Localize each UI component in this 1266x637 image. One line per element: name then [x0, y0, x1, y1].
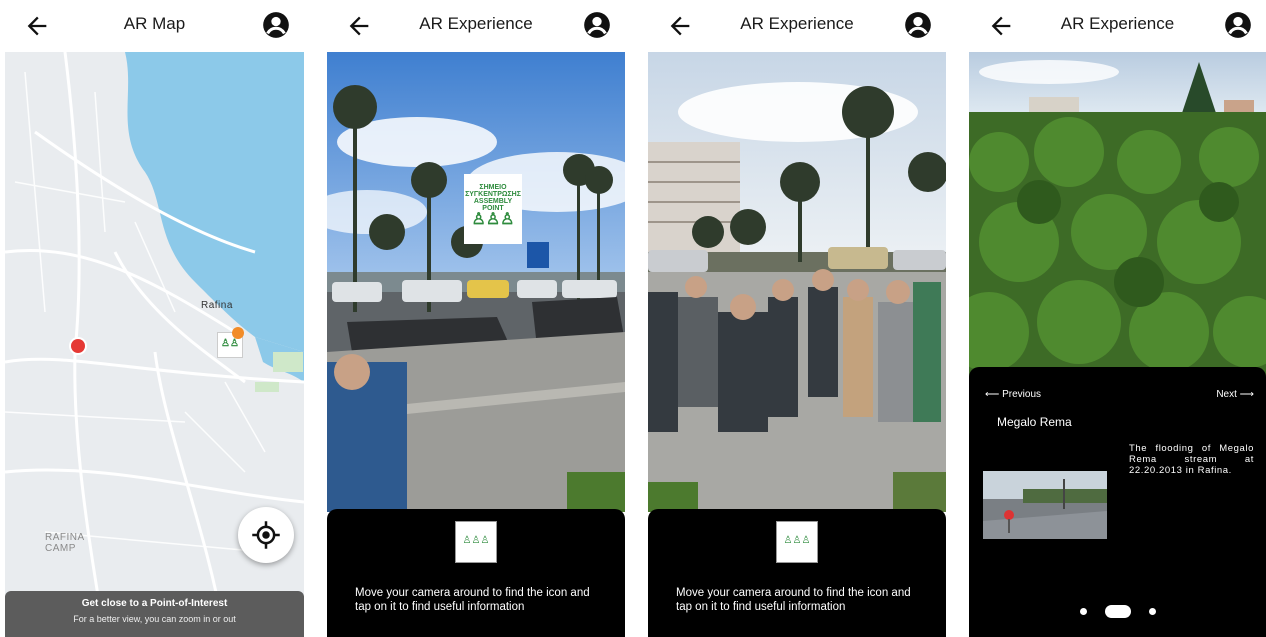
poi-icon-thumbnail: ♙♙♙: [455, 521, 497, 563]
top-bar: AR Experience: [327, 0, 625, 52]
user-location-pin: [71, 339, 85, 353]
poi-name: Megalo Rema: [997, 415, 1072, 429]
page-indicator: [969, 603, 1266, 621]
poi-photo[interactable]: [983, 471, 1107, 539]
people-icon: ♙♙♙: [783, 535, 811, 546]
sign-line-1: ΣΗΜΕΙΟ: [479, 184, 507, 191]
banner-subtitle: For a better view, you can zoom in or ou…: [73, 614, 236, 624]
top-bar: AR Map: [5, 0, 304, 52]
people-icon: ♙♙♙: [471, 211, 515, 228]
instruction-panel: ♙♙♙ Move your camera around to find the …: [327, 509, 625, 637]
arrow-left-icon: ⟵: [985, 389, 1003, 400]
sign-line-3: ASSEMBLY POINT: [473, 198, 513, 212]
page-title: AR Experience: [419, 14, 533, 33]
account-circle-icon[interactable]: [904, 11, 932, 39]
page-title: AR Map: [123, 14, 186, 33]
arrow-right-icon: ⟶: [1236, 389, 1254, 400]
place-label-camp: RAFINA CAMP: [45, 532, 85, 554]
ar-map-screen: AR Map Rafina RAFINA CAMP ♙♙ Get close t…: [5, 0, 304, 637]
poi-detail-panel: ⟵ Previous Next ⟶ Megalo Rema The floodi…: [969, 367, 1266, 637]
previous-button[interactable]: ⟵ Previous: [985, 389, 1041, 400]
page-dot-3[interactable]: [1148, 608, 1156, 616]
previous-label: Previous: [1002, 389, 1042, 400]
camera-view[interactable]: ΣΗΜΕΙΟ ΣΥΓΚΕΝΤΡΩΣΗΣ ASSEMBLY POINT ♙♙♙ ♙…: [327, 52, 625, 637]
poi-description: The flooding of Megalo Rema stream at 22…: [1129, 443, 1254, 476]
camera-view[interactable]: ⟵ Previous Next ⟶ Megalo Rema The floodi…: [969, 52, 1266, 637]
ar-experience-screen-2: AR Experience ♙♙♙ Move your camera aroun…: [648, 0, 946, 637]
poi-icon-thumbnail: ♙♙♙: [776, 521, 818, 563]
top-bar: AR Experience: [969, 0, 1266, 52]
place-label-rafina: Rafina: [201, 300, 233, 311]
instruction-text: Move your camera around to find the icon…: [355, 587, 590, 613]
page-title: AR Experience: [1060, 14, 1175, 33]
ar-experience-screen-3: AR Experience ⟵ Previous Next ⟶ Megalo R…: [969, 0, 1266, 637]
camera-view[interactable]: ♙♙♙ Move your camera around to find the …: [648, 52, 946, 637]
poi-hint-banner: Get close to a Point-of-Interest For a b…: [5, 591, 304, 637]
locate-button[interactable]: [238, 507, 294, 563]
flood-photo: [983, 471, 1107, 539]
map-view[interactable]: Rafina RAFINA CAMP ♙♙ Get close to a Poi…: [5, 52, 304, 637]
people-icon: ♙♙♙: [462, 535, 490, 546]
next-button[interactable]: Next ⟶: [1216, 389, 1254, 400]
account-circle-icon[interactable]: [583, 11, 611, 39]
page-dot-2[interactable]: [1104, 605, 1131, 619]
next-label: Next: [1216, 389, 1237, 400]
poi-badge: [232, 327, 244, 339]
account-circle-icon[interactable]: [262, 11, 290, 39]
instruction-panel: ♙♙♙ Move your camera around to find the …: [648, 509, 946, 637]
account-circle-icon[interactable]: [1224, 11, 1252, 39]
my-location-icon: [252, 521, 280, 549]
sign-line-2: ΣΥΓΚΕΝΤΡΩΣΗΣ: [465, 191, 521, 198]
banner-title: Get close to a Point-of-Interest: [81, 598, 228, 609]
ar-experience-screen-1: AR Experience ΣΗΜΕΙΟ ΣΥΓΚΕΝΤΡΩΣΗΣ ASSEMB…: [327, 0, 625, 637]
page-dot-1[interactable]: [1079, 608, 1087, 616]
ar-assembly-point-marker[interactable]: ΣΗΜΕΙΟ ΣΥΓΚΕΝΤΡΩΣΗΣ ASSEMBLY POINT ♙♙♙: [464, 174, 522, 244]
page-title: AR Experience: [740, 14, 854, 33]
top-bar: AR Experience: [648, 0, 946, 52]
instruction-text: Move your camera around to find the icon…: [676, 587, 911, 613]
